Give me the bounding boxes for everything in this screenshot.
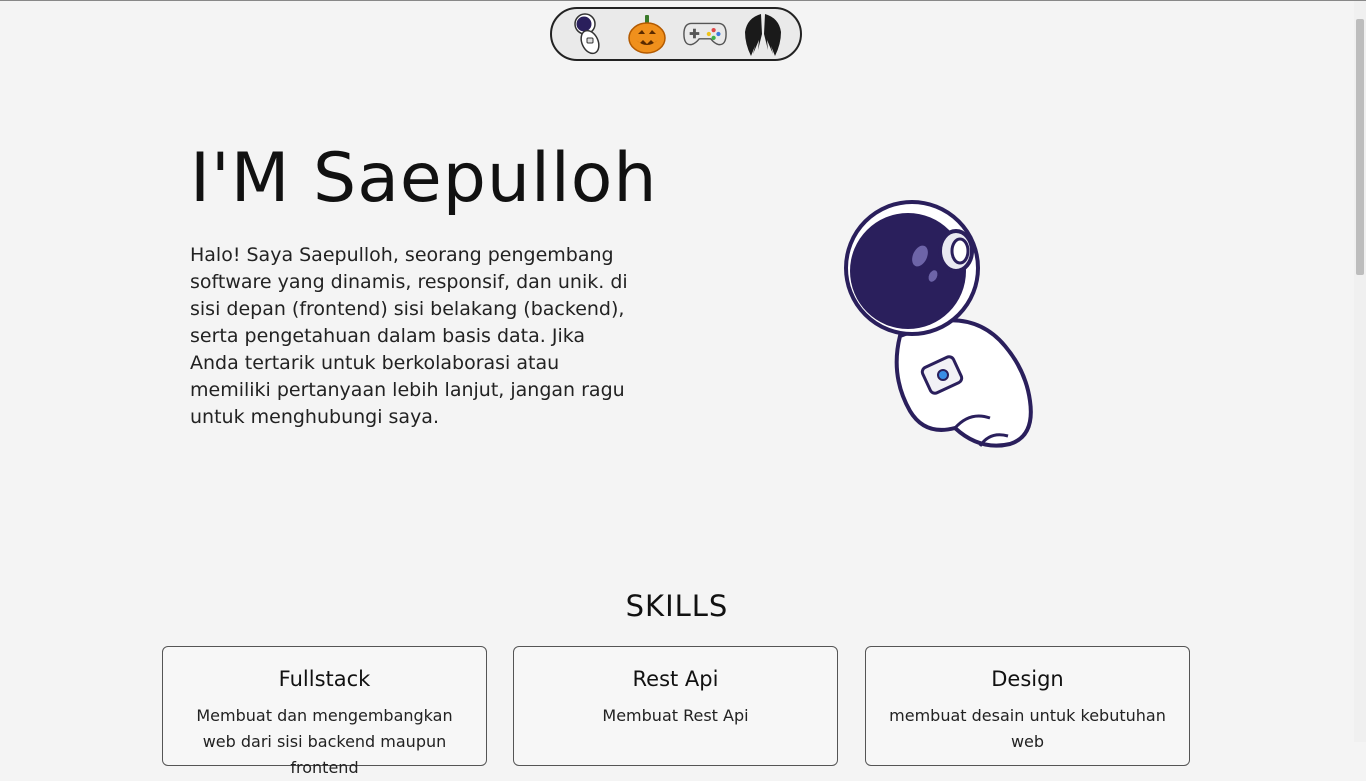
skill-card-title: Rest Api (632, 667, 719, 691)
top-nav (550, 7, 802, 61)
hero-description: Halo! Saya Saepulloh, seorang pengembang… (190, 244, 628, 428)
skills-title: SKILLS (625, 589, 729, 623)
wings-icon (745, 14, 781, 56)
skill-card-rest-api: Rest Api Membuat Rest Api (513, 646, 838, 766)
scrollbar-thumb[interactable] (1356, 19, 1364, 275)
vertical-scrollbar[interactable] (1354, 1, 1366, 742)
skill-card-design: Design membuat desain untuk kebutuhan we… (865, 646, 1190, 766)
skill-card-title: Fullstack (278, 667, 371, 691)
gamepad-icon (683, 22, 727, 46)
hero-title: I'M Saepulloh (190, 139, 658, 218)
nav-wings-button[interactable] (740, 11, 786, 57)
skill-card-text: membuat desain untuk kebutuhan web (889, 706, 1166, 751)
skill-card-fullstack: Fullstack Membuat dan mengembangkan web … (162, 646, 487, 777)
skill-card-text: Membuat dan mengembangkan web dari sisi … (196, 706, 453, 777)
nav-astronaut-button[interactable] (566, 11, 612, 57)
astronaut-icon (574, 13, 600, 55)
skill-card-title: Design (991, 667, 1064, 691)
pumpkin-icon (628, 15, 666, 54)
astronaut-illustration (844, 200, 1033, 448)
nav-gamepad-button[interactable] (682, 11, 728, 57)
skill-card-text: Membuat Rest Api (602, 706, 749, 725)
page: I'M Saepulloh Halo! Saya Saepulloh, seor… (0, 1, 1354, 777)
nav-pumpkin-button[interactable] (624, 11, 670, 57)
